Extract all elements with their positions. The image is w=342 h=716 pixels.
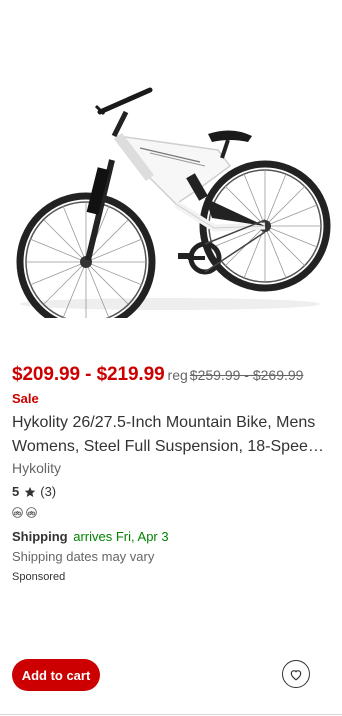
feature-icons: [12, 507, 37, 518]
sponsored-label: Sponsored: [12, 571, 66, 583]
rating-count: (3): [40, 484, 57, 499]
product-title[interactable]: Hykolity 26/27.5-Inch Mountain Bike, Men…: [12, 411, 332, 459]
shipping-info: Shipping arrives Fri, Apr 3: [12, 529, 169, 544]
product-image[interactable]: [0, 28, 342, 318]
shipping-label: Shipping: [12, 529, 68, 544]
shipping-note: Shipping dates may vary: [12, 549, 155, 564]
favorite-button[interactable]: [282, 660, 310, 688]
price-row: $209.99 - $219.99 reg $259.99 - $269.99: [12, 364, 334, 386]
sale-badge: Sale: [12, 391, 39, 406]
reg-label: reg: [167, 367, 188, 383]
bike-icon: [26, 507, 37, 518]
add-to-cart-button[interactable]: Add to cart: [12, 659, 100, 691]
rating-value: 5: [12, 484, 20, 499]
shipping-date: arrives Fri, Apr 3: [73, 529, 169, 544]
brand-name: Hykolity: [12, 460, 62, 476]
sale-price: $209.99 - $219.99: [12, 364, 165, 385]
heart-icon: [289, 668, 303, 681]
star-icon: [24, 486, 36, 498]
reg-price: $259.99 - $269.99: [189, 367, 304, 383]
bike-illustration: [16, 87, 331, 318]
divider: [0, 714, 342, 715]
bike-icon: [12, 507, 23, 518]
rating[interactable]: 5 (3): [12, 484, 56, 499]
